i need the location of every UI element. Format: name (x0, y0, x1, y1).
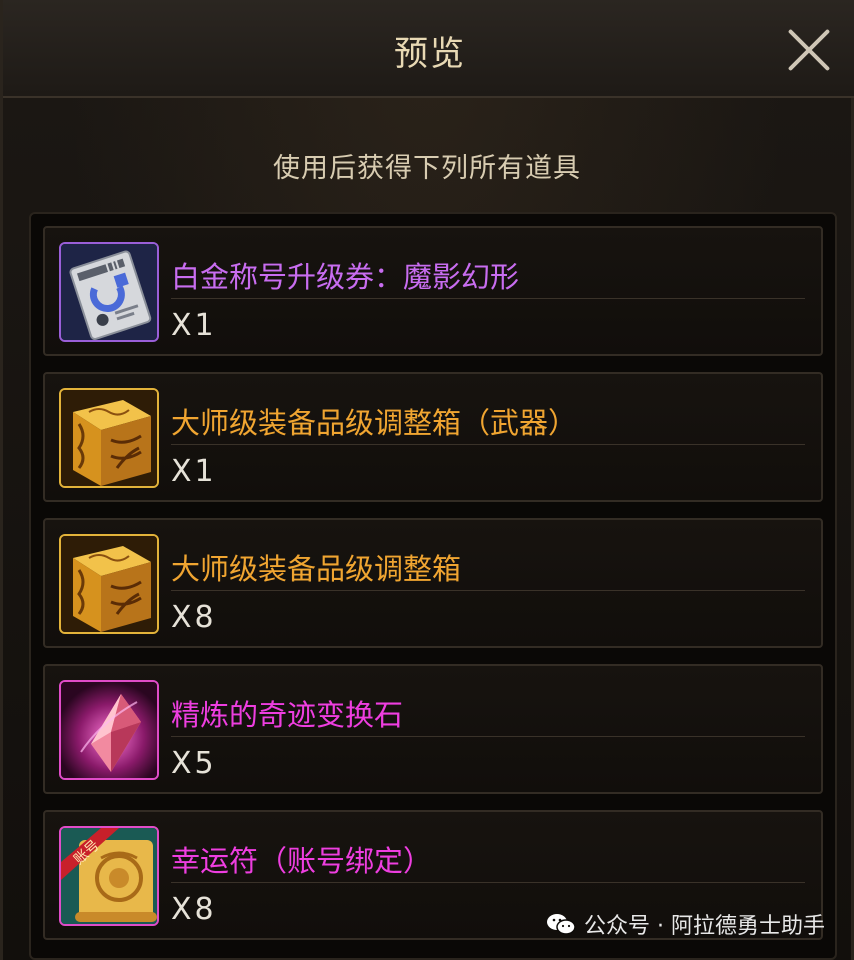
list-item[interactable]: 精炼的奇迹变换石 X5 (43, 664, 823, 794)
close-icon[interactable] (787, 28, 831, 72)
divider (171, 444, 805, 445)
item-name: 幸运符（账号绑定） (171, 844, 433, 878)
preview-dialog: 预览 使用后获得下列所有道具 白金称号升级券：魔影幻形 X1 大师级装备品级调整… (0, 0, 854, 960)
watermark: 公众号 · 阿拉德勇士助手 (546, 908, 825, 940)
item-name: 大师级装备品级调整箱 (171, 552, 462, 586)
list-item[interactable]: 大师级装备品级调整箱（武器） X1 (43, 372, 823, 502)
dialog-subtitle: 使用后获得下列所有道具 (273, 153, 581, 184)
divider (171, 590, 805, 591)
dialog-header: 预览 (3, 0, 854, 98)
divider (171, 736, 805, 737)
divider (171, 298, 805, 299)
crystal-icon (59, 680, 159, 780)
wechat-icon (547, 914, 576, 935)
watermark-text: 公众号 · 阿拉德勇士助手 (584, 914, 825, 939)
ticket-icon (59, 242, 159, 342)
item-quantity: X1 (171, 308, 217, 343)
item-quantity: X8 (171, 892, 217, 927)
scroll-icon: 账号 (59, 826, 159, 926)
list-item[interactable]: 大师级装备品级调整箱 X8 (43, 518, 823, 648)
golden-box-icon (59, 534, 159, 634)
item-name: 白金称号升级券：魔影幻形 (171, 260, 520, 294)
item-name: 大师级装备品级调整箱（武器） (171, 406, 578, 440)
dialog-title: 预览 (394, 34, 466, 74)
item-quantity: X1 (171, 454, 217, 489)
divider (171, 882, 805, 883)
item-name: 精炼的奇迹变换石 (171, 698, 404, 732)
item-quantity: X8 (171, 600, 217, 635)
item-quantity: X5 (171, 746, 217, 781)
golden-box-icon (59, 388, 159, 488)
list-item[interactable]: 白金称号升级券：魔影幻形 X1 (43, 226, 823, 356)
